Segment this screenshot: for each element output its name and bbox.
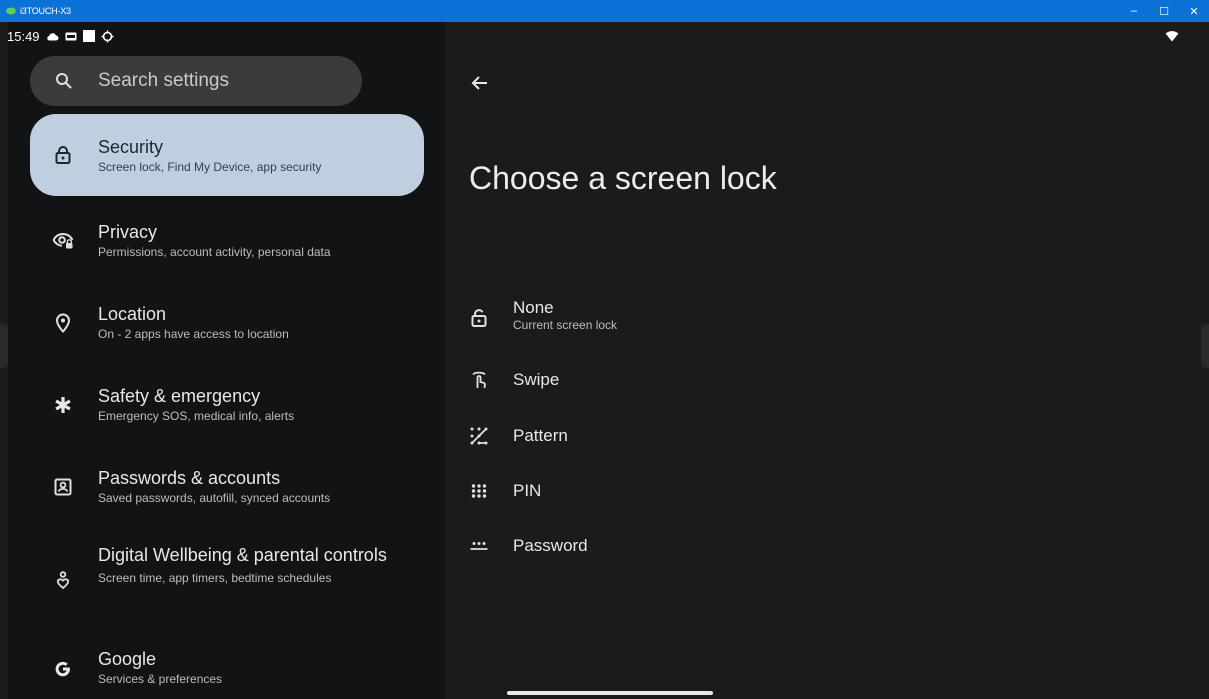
screen-lock-option-none[interactable]: None Current screen lock <box>469 298 617 338</box>
bug-icon <box>101 30 114 42</box>
search-settings-bar[interactable]: Search settings <box>30 56 362 106</box>
android-screen: 15:49 Search settings Security Screen lo… <box>7 22 1201 699</box>
screen-lock-option-swipe[interactable]: Swipe <box>469 368 559 392</box>
search-icon <box>56 73 72 89</box>
sidebar-item-subtitle: On - 2 apps have access to location <box>98 327 289 341</box>
screen-lock-option-pattern[interactable]: Pattern <box>469 424 568 448</box>
sidebar-item-subtitle: Saved passwords, autofill, synced accoun… <box>98 491 331 505</box>
window-titlebar: i3TOUCH-X3 – ☐ ✕ <box>0 0 1209 22</box>
minimize-button[interactable]: – <box>1127 5 1141 17</box>
pattern-icon <box>469 426 489 446</box>
cloud-icon <box>46 32 59 40</box>
search-placeholder: Search settings <box>98 70 229 91</box>
sidebar-item-label: Location <box>98 304 167 324</box>
close-button[interactable]: ✕ <box>1187 5 1201 18</box>
sidebar-item-security[interactable]: Security Screen lock, Find My Device, ap… <box>30 114 424 196</box>
sidebar-item-label: Privacy <box>98 222 158 242</box>
sidebar-item-digital-wellbeing[interactable]: Digital Wellbeing & parental controls Sc… <box>30 532 424 632</box>
pin-dots-icon <box>469 481 489 501</box>
window-controls: – ☐ ✕ <box>1127 0 1201 22</box>
wellbeing-icon <box>52 570 74 592</box>
gesture-nav-handle[interactable] <box>507 691 713 695</box>
option-subtitle: Current screen lock <box>513 318 618 332</box>
unlocked-icon <box>469 308 489 328</box>
asterisk-icon <box>52 394 74 416</box>
maximize-button[interactable]: ☐ <box>1157 5 1171 18</box>
sidebar-item-subtitle: Screen lock, Find My Device, app securit… <box>98 160 322 174</box>
sidebar-item-subtitle: Permissions, account activity, personal … <box>98 245 331 259</box>
sidebar-item-passwords-accounts[interactable]: Passwords & accounts Saved passwords, au… <box>30 450 424 524</box>
media-icon <box>65 32 77 40</box>
sidebar-item-label: Security <box>98 137 164 157</box>
sidebar-item-label: Google <box>98 649 157 669</box>
settings-sidebar: 15:49 Search settings Security Screen lo… <box>7 22 445 699</box>
password-icon <box>469 536 489 556</box>
app-icon <box>6 7 16 15</box>
sidebar-item-google[interactable]: Google Services & preferences <box>30 638 424 698</box>
sidebar-item-safety-emergency[interactable]: Safety & emergency Emergency SOS, medica… <box>30 368 424 442</box>
lock-icon <box>52 144 74 166</box>
screen-lock-page: Choose a screen lock None Current screen… <box>445 22 1201 699</box>
status-bar: 15:49 <box>7 26 114 46</box>
option-label: Pattern <box>513 426 568 445</box>
option-label: Password <box>513 536 588 555</box>
sidebar-item-privacy[interactable]: Privacy Permissions, account activity, p… <box>30 204 424 278</box>
screen-lock-option-password[interactable]: Password <box>469 534 588 558</box>
wifi-icon <box>1165 31 1179 42</box>
window-title: i3TOUCH-X3 <box>20 6 71 16</box>
sidebar-item-subtitle: Services & preferences <box>98 672 223 686</box>
location-pin-icon <box>52 312 74 334</box>
sidebar-item-label: Safety & emergency <box>98 386 261 406</box>
screen-lock-option-pin[interactable]: PIN <box>469 479 541 503</box>
sidebar-item-subtitle: Screen time, app timers, bedtime schedul… <box>98 571 332 585</box>
option-label: Swipe <box>513 370 560 389</box>
page-title: Choose a screen lock <box>469 160 777 196</box>
back-arrow-icon[interactable] <box>469 72 491 94</box>
sidebar-item-label: Digital Wellbeing & parental controls <box>98 545 387 565</box>
google-g-icon <box>52 658 74 680</box>
swipe-icon <box>469 370 489 390</box>
square-icon <box>82 30 95 42</box>
option-label: None <box>513 298 554 317</box>
sidebar-item-subtitle: Emergency SOS, medical info, alerts <box>98 409 295 423</box>
privacy-eye-icon <box>52 230 74 252</box>
sidebar-item-location[interactable]: Location On - 2 apps have access to loca… <box>30 286 424 360</box>
account-box-icon <box>52 476 74 498</box>
option-label: PIN <box>513 481 542 500</box>
status-time: 15:49 <box>7 28 40 44</box>
sidebar-item-label: Passwords & accounts <box>98 468 281 488</box>
